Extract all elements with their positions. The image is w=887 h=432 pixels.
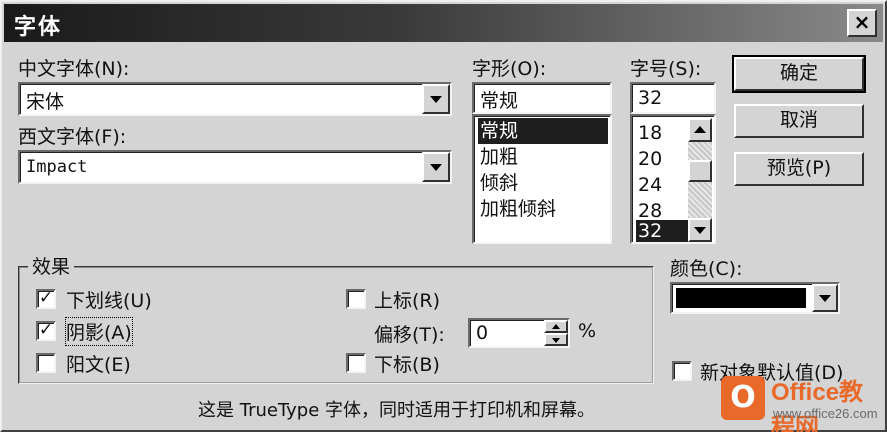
superscript-label: 上标(R) xyxy=(374,290,441,312)
size-value: 32 xyxy=(638,87,663,109)
style-option[interactable]: 加粗 xyxy=(478,144,608,170)
style-input[interactable]: 常规 xyxy=(472,82,612,114)
size-option[interactable]: 32 xyxy=(636,220,688,242)
default-for-new-checkbox[interactable] xyxy=(672,361,692,381)
chinese-font-dropdown-button[interactable] xyxy=(422,84,450,114)
chevron-down-icon xyxy=(819,295,831,302)
watermark-url: www.office26.com xyxy=(773,406,878,421)
close-button[interactable]: × xyxy=(847,9,877,37)
size-list[interactable]: 18 20 24 28 32 xyxy=(630,114,716,244)
watermark-brand: Office教程网 xyxy=(771,379,864,432)
effects-legend: 效果 xyxy=(28,252,75,279)
ok-button[interactable]: 确定 xyxy=(732,55,866,93)
size-input[interactable]: 32 xyxy=(630,82,716,114)
site-watermark: O Office教程网 www.office26.com xyxy=(715,366,885,432)
western-font-combo[interactable]: Impact xyxy=(18,150,452,184)
chevron-down-icon xyxy=(430,164,442,171)
shadow-label: 阴影(A) xyxy=(65,317,133,346)
offset-label: 偏移(T): xyxy=(374,324,445,346)
style-option[interactable]: 加粗倾斜 xyxy=(478,196,608,222)
superscript-checkbox[interactable] xyxy=(346,289,366,309)
dialog-title: 字体 xyxy=(14,15,63,40)
underline-label: 下划线(U) xyxy=(66,290,152,312)
color-combo[interactable] xyxy=(670,282,840,314)
scroll-down-icon xyxy=(694,227,706,234)
size-option[interactable]: 20 xyxy=(636,146,688,172)
style-label: 字形(O): xyxy=(472,58,547,80)
office-logo-icon: O xyxy=(721,376,765,420)
spin-up-icon xyxy=(552,323,560,329)
close-icon: × xyxy=(853,10,871,34)
offset-spin-down-button[interactable] xyxy=(544,333,568,346)
offset-spinner[interactable]: 0 xyxy=(468,318,570,348)
chevron-down-icon xyxy=(430,96,442,103)
style-list[interactable]: 常规 加粗 倾斜 加粗倾斜 xyxy=(472,114,612,244)
western-font-label: 西文字体(F): xyxy=(18,126,127,148)
emboss-checkbox[interactable] xyxy=(36,353,56,373)
spin-down-icon xyxy=(552,337,560,343)
style-option[interactable]: 倾斜 xyxy=(478,170,608,196)
chinese-font-value: 宋体 xyxy=(26,91,65,113)
size-scroll-thumb[interactable] xyxy=(688,160,712,182)
chinese-font-label: 中文字体(N): xyxy=(18,58,130,80)
offset-value: 0 xyxy=(476,322,489,344)
western-font-dropdown-button[interactable] xyxy=(422,152,450,182)
size-option[interactable]: 18 xyxy=(636,120,688,146)
style-value: 常规 xyxy=(480,90,519,112)
preview-button[interactable]: 预览(P) xyxy=(734,152,864,186)
title-bar[interactable]: 字体 × xyxy=(4,4,883,42)
color-label: 颜色(C): xyxy=(670,258,743,280)
size-label: 字号(S): xyxy=(630,58,702,80)
color-dropdown-button[interactable] xyxy=(812,284,838,312)
emboss-label: 阳文(E) xyxy=(66,354,131,376)
style-option[interactable]: 常规 xyxy=(478,118,608,144)
size-scroll-down-button[interactable] xyxy=(688,218,712,242)
subscript-label: 下标(B) xyxy=(374,354,440,376)
color-swatch xyxy=(676,288,806,308)
underline-checkbox[interactable]: ✓ xyxy=(36,289,56,309)
cancel-button[interactable]: 取消 xyxy=(734,104,864,138)
western-font-value: Impact xyxy=(26,157,88,177)
offset-unit: % xyxy=(578,320,597,342)
size-scroll-up-button[interactable] xyxy=(688,118,712,142)
scroll-up-icon xyxy=(694,126,706,133)
font-dialog: 字体 × 中文字体(N): 宋体 西文字体(F): Impact 字形(O): … xyxy=(0,0,887,432)
font-info-text: 这是 TrueType 字体，同时适用于打印机和屏幕。 xyxy=(198,400,596,421)
offset-spin-up-button[interactable] xyxy=(544,320,568,333)
chinese-font-combo[interactable]: 宋体 xyxy=(18,82,452,116)
subscript-checkbox[interactable] xyxy=(346,353,366,373)
size-option[interactable]: 24 xyxy=(636,172,688,198)
shadow-checkbox[interactable]: ✓ xyxy=(36,321,56,341)
